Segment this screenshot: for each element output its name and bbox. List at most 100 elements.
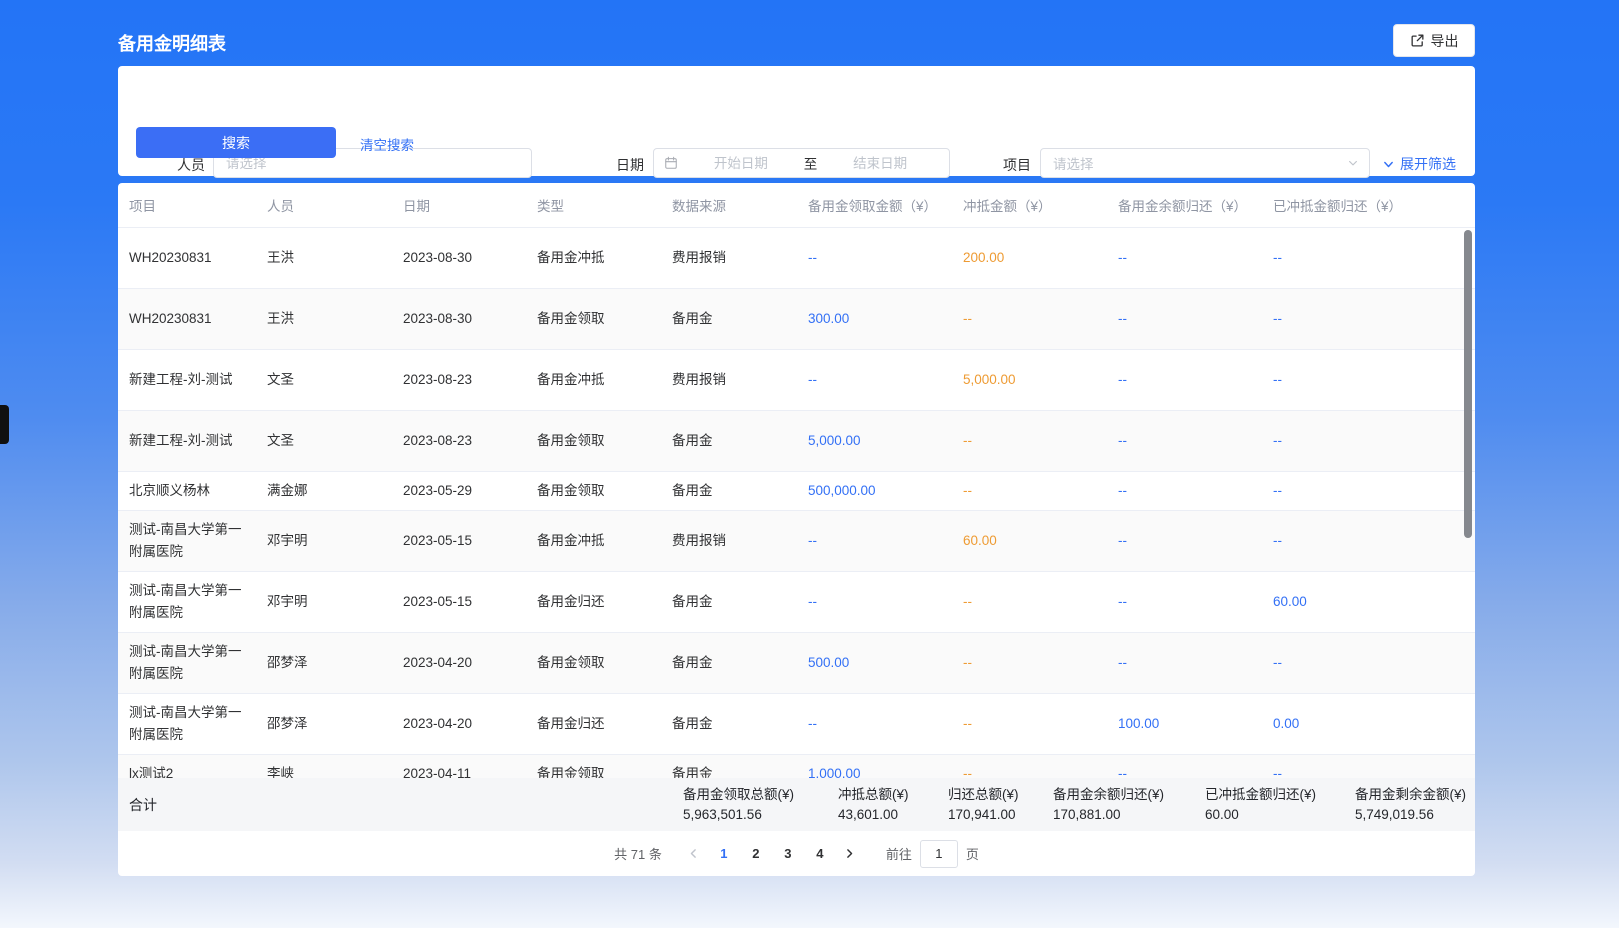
cell-person: 邵梦泽 bbox=[267, 707, 403, 741]
goto-page-input[interactable] bbox=[920, 840, 958, 868]
page-number-2[interactable]: 2 bbox=[743, 840, 769, 868]
summary-item-value: 170,881.00 bbox=[1053, 805, 1205, 825]
sidebar-collapse-handle[interactable] bbox=[0, 405, 9, 444]
cell-offset-returned: 0.00 bbox=[1273, 707, 1475, 741]
table-row: 测试-南昌大学第一附属医院邵梦泽2023-04-20备用金归还备用金----10… bbox=[118, 694, 1475, 755]
cell-project: lx测试2 bbox=[129, 757, 267, 778]
start-date-input[interactable] bbox=[682, 156, 800, 171]
person-filter-label: 人员 bbox=[177, 155, 205, 175]
table-row: 新建工程-刘-测试文圣2023-08-23备用金冲抵费用报销--5,000.00… bbox=[118, 350, 1475, 411]
cell-project: 测试-南昌大学第一附属医院 bbox=[129, 635, 267, 690]
cell-project: 新建工程-刘-测试 bbox=[129, 363, 267, 397]
summary-item: 备用金领取总额(¥)5,963,501.56 bbox=[683, 785, 838, 824]
cell-balance-returned: 100.00 bbox=[1118, 707, 1273, 741]
table-row: 测试-南昌大学第一附属医院邓宇明2023-05-15备用金归还备用金------… bbox=[118, 572, 1475, 633]
cell-type: 备用金归还 bbox=[537, 707, 672, 741]
cell-balance-returned: -- bbox=[1118, 241, 1273, 275]
cell-balance-returned: -- bbox=[1118, 302, 1273, 336]
summary-item: 归还总额(¥)170,941.00 bbox=[948, 785, 1053, 824]
vertical-scrollbar[interactable] bbox=[1464, 230, 1472, 538]
page-number-1[interactable]: 1 bbox=[711, 840, 737, 868]
cell-type: 备用金领取 bbox=[537, 757, 672, 778]
cell-type: 备用金冲抵 bbox=[537, 524, 672, 558]
cell-person: 文圣 bbox=[267, 424, 403, 458]
summary-item: 冲抵总额(¥)43,601.00 bbox=[838, 785, 948, 824]
cell-source: 备用金 bbox=[672, 757, 808, 778]
project-select-placeholder: 请选择 bbox=[1053, 153, 1094, 173]
cell-date: 2023-08-30 bbox=[403, 302, 537, 336]
project-filter-label: 项目 bbox=[1003, 155, 1031, 175]
column-header: 冲抵金额（¥） bbox=[963, 195, 1118, 215]
cell-balance-returned: -- bbox=[1118, 363, 1273, 397]
cell-source: 费用报销 bbox=[672, 524, 808, 558]
end-date-input[interactable] bbox=[821, 156, 939, 171]
summary-item: 已冲抵金额归还(¥)60.00 bbox=[1205, 785, 1355, 824]
cell-amount-received: -- bbox=[808, 707, 963, 741]
export-button-label: 导出 bbox=[1431, 31, 1459, 51]
cell-project: 测试-南昌大学第一附属医院 bbox=[129, 574, 267, 629]
cell-amount-offset: 60.00 bbox=[963, 524, 1118, 558]
column-header: 数据来源 bbox=[672, 195, 808, 215]
cell-amount-offset: -- bbox=[963, 424, 1118, 458]
expand-chevron-icon bbox=[1382, 158, 1395, 171]
cell-person: 王洪 bbox=[267, 241, 403, 275]
cell-source: 备用金 bbox=[672, 474, 808, 508]
cell-type: 备用金冲抵 bbox=[537, 241, 672, 275]
column-header: 日期 bbox=[403, 195, 537, 215]
page-number-3[interactable]: 3 bbox=[775, 840, 801, 868]
cell-type: 备用金领取 bbox=[537, 302, 672, 336]
cell-project: 测试-南昌大学第一附属医院 bbox=[129, 696, 267, 751]
date-range-separator: 至 bbox=[804, 153, 818, 173]
cell-offset-returned: 60.00 bbox=[1273, 585, 1475, 619]
cell-offset-returned: -- bbox=[1273, 757, 1475, 778]
cell-amount-received: -- bbox=[808, 585, 963, 619]
table-row: 北京顺义杨林满金娜2023-05-29备用金领取备用金500,000.00---… bbox=[118, 472, 1475, 511]
cell-amount-offset: -- bbox=[963, 585, 1118, 619]
goto-page-label: 前往 bbox=[886, 844, 912, 863]
export-button[interactable]: 导出 bbox=[1393, 24, 1475, 57]
cell-amount-offset: -- bbox=[963, 474, 1118, 508]
summary-item: 备用金余额归还(¥)170,881.00 bbox=[1053, 785, 1205, 824]
table-body: WH20230831王洪2023-08-30备用金冲抵费用报销--200.00-… bbox=[118, 228, 1475, 778]
cell-offset-returned: -- bbox=[1273, 302, 1475, 336]
cell-project: 测试-南昌大学第一附属医院 bbox=[129, 513, 267, 568]
date-range-picker[interactable]: 至 bbox=[653, 148, 950, 178]
project-select[interactable]: 请选择 bbox=[1040, 148, 1370, 178]
cell-date: 2023-04-20 bbox=[403, 707, 537, 741]
cell-person: 邓宇明 bbox=[267, 524, 403, 558]
column-header: 已冲抵金额归还（¥） bbox=[1273, 195, 1475, 215]
calendar-icon bbox=[664, 156, 678, 170]
cell-date: 2023-05-15 bbox=[403, 524, 537, 558]
cell-amount-received: 300.00 bbox=[808, 302, 963, 336]
cell-amount-offset: 200.00 bbox=[963, 241, 1118, 275]
expand-filters-label: 展开筛选 bbox=[1400, 154, 1456, 174]
cell-amount-received: 500.00 bbox=[808, 646, 963, 680]
previous-page-icon[interactable] bbox=[680, 840, 708, 868]
summary-total-label: 合计 bbox=[129, 795, 683, 815]
summary-item-value: 170,941.00 bbox=[948, 805, 1053, 825]
cell-person: 满金娜 bbox=[267, 474, 403, 508]
summary-item-label: 备用金余额归还(¥) bbox=[1053, 785, 1205, 805]
next-page-icon[interactable] bbox=[836, 840, 864, 868]
summary-item-label: 备用金剩余金额(¥) bbox=[1355, 785, 1475, 805]
summary-item: 备用金剩余金额(¥)5,749,019.56 bbox=[1355, 785, 1475, 824]
clear-search-link[interactable]: 清空搜索 bbox=[360, 134, 414, 154]
page-number-4[interactable]: 4 bbox=[807, 840, 833, 868]
cell-project: 北京顺义杨林 bbox=[129, 474, 267, 508]
cell-balance-returned: -- bbox=[1118, 474, 1273, 508]
pagination-bar: 共 71 条 1234 前往 页 bbox=[118, 831, 1475, 876]
date-filter-label: 日期 bbox=[616, 155, 644, 175]
search-button[interactable]: 搜索 bbox=[136, 127, 336, 158]
cell-amount-received: -- bbox=[808, 241, 963, 275]
cell-amount-received: -- bbox=[808, 363, 963, 397]
cell-date: 2023-05-29 bbox=[403, 474, 537, 508]
cell-amount-received: 500,000.00 bbox=[808, 474, 963, 508]
summary-item-label: 备用金领取总额(¥) bbox=[683, 785, 838, 805]
cell-type: 备用金归还 bbox=[537, 585, 672, 619]
expand-filters-link[interactable]: 展开筛选 bbox=[1382, 154, 1456, 174]
export-icon bbox=[1410, 33, 1425, 48]
cell-amount-offset: -- bbox=[963, 646, 1118, 680]
cell-type: 备用金冲抵 bbox=[537, 363, 672, 397]
cell-date: 2023-04-20 bbox=[403, 646, 537, 680]
cell-amount-received: 5,000.00 bbox=[808, 424, 963, 458]
